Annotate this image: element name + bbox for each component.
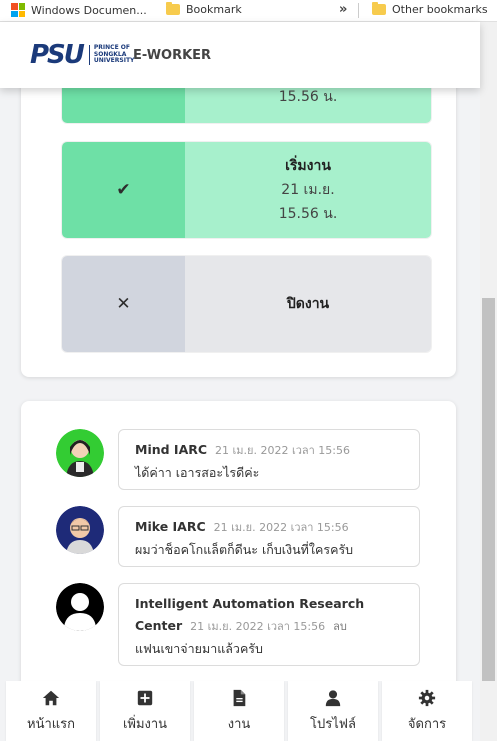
- document-icon: [233, 689, 246, 706]
- home-icon: [42, 690, 60, 705]
- status-step-date: 21 เม.ย.: [281, 182, 335, 198]
- gear-icon: [418, 689, 436, 706]
- status-step-body: เริ่มงาน 21 เม.ย. 15.56 น.: [185, 142, 431, 238]
- comment-time: 21 เม.ย. 2022 เวลา 15:56: [190, 620, 326, 633]
- nav-manage[interactable]: จัดการ: [382, 681, 472, 741]
- nav-label: เพิ่มงาน: [122, 716, 168, 732]
- comment-bubble: Mind IARC 21 เม.ย. 2022 เวลา 15:56 ได้ค่…: [118, 429, 420, 490]
- comment-item: Mind IARC 21 เม.ย. 2022 เวลา 15:56 ได้ค่…: [56, 429, 420, 491]
- bookmark-other[interactable]: Other bookmarks: [372, 2, 488, 16]
- bookmark-label: Bookmark: [186, 3, 242, 16]
- status-step-title: ปิดงาน: [286, 296, 330, 312]
- comment-text: ได้ค่าา เอารสอะไรดีค่ะ: [135, 465, 260, 480]
- bookmarks-bar: Windows Documen... Bookmark » Other book…: [0, 0, 497, 22]
- comment-text: ผมว่าช็อคโกแล็ตก็ดีนะ เก็บเงินที่ใครครับ: [135, 542, 354, 557]
- status-step-time: 15.56 น.: [278, 206, 338, 222]
- plus-square-icon: [137, 690, 153, 705]
- comment-author: Intelligent Automation Research: [135, 596, 365, 611]
- avatar-man-icon: [56, 506, 104, 554]
- status-step-title: เริ่มงาน: [285, 158, 331, 174]
- nav-home[interactable]: หน้าแรก: [6, 681, 96, 741]
- comments-card: Mind IARC 21 เม.ย. 2022 เวลา 15:56 ได้ค่…: [21, 401, 456, 701]
- app-title: E-WORKER: [133, 48, 212, 63]
- comment-author: Mike IARC: [135, 519, 206, 534]
- app-header: PSU PRINCE OF SONGKLA UNIVERSITY E-WORKE…: [0, 22, 480, 88]
- scrollbar-thumb[interactable]: [482, 298, 495, 681]
- folder-icon: [166, 2, 180, 15]
- folder-icon: [372, 2, 386, 15]
- logo-mark: PSU: [30, 40, 85, 70]
- status-step-close: ✕ ปิดงาน: [61, 255, 432, 353]
- comment-author-line2: Center: [135, 618, 183, 633]
- nav-profile[interactable]: โปรไฟล์: [288, 681, 378, 741]
- bottom-nav: หน้าแรก เพิ่มงาน งาน โปรไฟล์ จัดการ: [0, 681, 480, 741]
- comment-time: 21 เม.ย. 2022 เวลา 15:56: [215, 444, 351, 457]
- comment-item: Intelligent Automation Research Center 2…: [56, 583, 420, 667]
- bookmark-label: Windows Documen...: [31, 3, 147, 17]
- bookmark-windows-documents[interactable]: Windows Documen...: [11, 3, 147, 17]
- comment-bubble: Intelligent Automation Research Center 2…: [118, 583, 420, 666]
- bookmark-label: Other bookmarks: [392, 3, 488, 16]
- windows-logo-icon: [11, 3, 25, 17]
- nav-add-job[interactable]: เพิ่มงาน: [100, 681, 190, 741]
- nav-label: งาน: [227, 716, 251, 732]
- status-step-start: ✔ เริ่มงาน 21 เม.ย. 15.56 น.: [61, 141, 432, 239]
- delete-comment-link[interactable]: ลบ: [333, 620, 347, 633]
- psu-logo[interactable]: PSU PRINCE OF SONGKLA UNIVERSITY: [30, 40, 134, 70]
- comment-text: แฟนเขาจ่ายมาแล้วครับ: [135, 641, 263, 656]
- status-step-body: ปิดงาน: [185, 256, 431, 352]
- nav-jobs[interactable]: งาน: [194, 681, 284, 741]
- comment-time: 21 เม.ย. 2022 เวลา 15:56: [213, 521, 349, 534]
- comment-author: Mind IARC: [135, 442, 208, 457]
- status-step-time: 15.56 น.: [278, 89, 338, 105]
- logo-university-text: PRINCE OF SONGKLA UNIVERSITY: [88, 45, 134, 65]
- avatar-default-icon: [56, 583, 104, 631]
- job-status-card: 15.56 น. ✔ เริ่มงาน 21 เม.ย. 15.56 น. ✕ …: [21, 40, 456, 377]
- nav-label: หน้าแรก: [27, 716, 75, 732]
- close-icon: ✕: [62, 256, 185, 352]
- bookmarks-divider: [358, 3, 359, 18]
- comment-bubble: Mike IARC 21 เม.ย. 2022 เวลา 15:56 ผมว่า…: [118, 506, 420, 567]
- check-icon: ✔: [62, 142, 185, 238]
- avatar-woman-icon: [56, 429, 104, 477]
- bookmarks-overflow-button[interactable]: »: [339, 2, 347, 17]
- nav-label: จัดการ: [407, 716, 447, 732]
- user-icon: [325, 689, 341, 706]
- nav-label: โปรไฟล์: [310, 716, 356, 732]
- comment-item: Mike IARC 21 เม.ย. 2022 เวลา 15:56 ผมว่า…: [56, 506, 420, 568]
- bookmark-folder[interactable]: Bookmark: [166, 2, 242, 16]
